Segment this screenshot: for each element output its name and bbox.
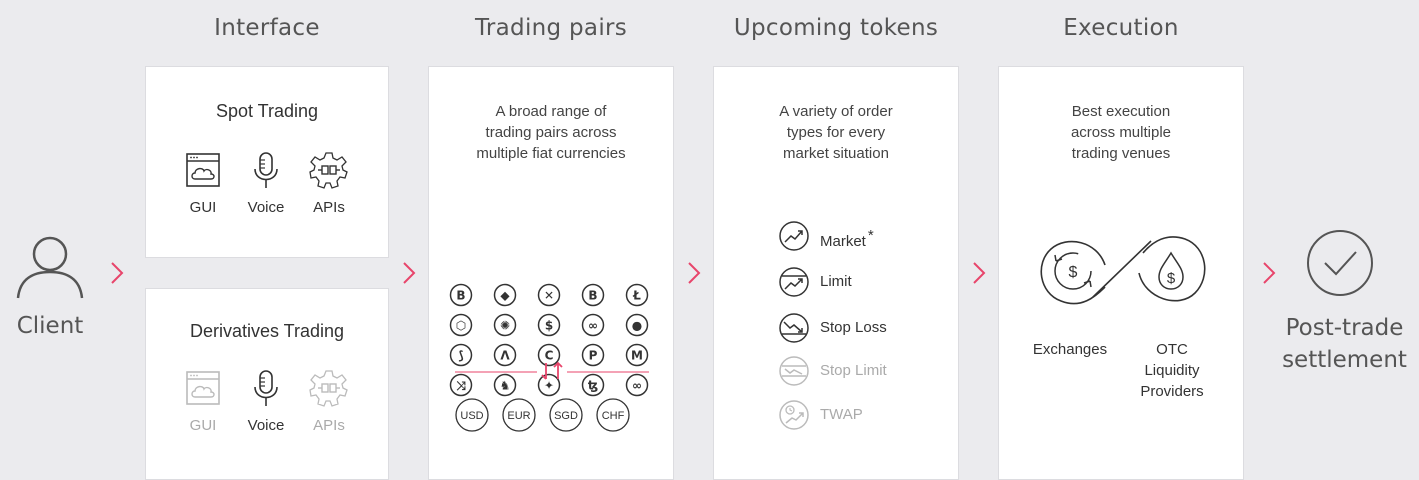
spot-trading-card: Spot Trading GUI Voice APIs [145, 66, 389, 258]
currency-label: EUR [507, 410, 530, 422]
chainlink-icon: ⬡ [449, 313, 473, 337]
execution-card: Best execution across multiple trading v… [998, 66, 1244, 480]
stop-loss-icon [779, 313, 809, 343]
svg-text:✺: ✺ [500, 319, 510, 333]
derivatives-trading-title: Derivatives Trading [189, 321, 345, 341]
channel-gui: GUI [173, 369, 233, 434]
chevron-right-icon [403, 262, 416, 284]
order-label: TWAP [820, 406, 863, 423]
polygon-icon: ∞ [581, 313, 605, 337]
twap-icon [779, 400, 809, 430]
channel-voice: Voice [236, 369, 296, 434]
svg-text:B: B [456, 289, 465, 303]
channel-apis: APIs [299, 369, 359, 434]
chevron-right-icon [1263, 262, 1276, 284]
bitcoin-cash-icon: B [581, 283, 605, 307]
chevron-right-icon [688, 262, 701, 284]
infinity-venues-icon: $ $ [1040, 236, 1206, 305]
currency-usd-badge: USD [455, 398, 489, 432]
channel-label: Voice [247, 417, 285, 434]
svg-text:B: B [588, 289, 597, 303]
spot-trading-title: Spot Trading [215, 101, 319, 121]
stop-limit-icon [779, 356, 809, 386]
currency-sgd-badge: SGD [549, 398, 583, 432]
browser-cloud-icon [186, 371, 220, 405]
uniswap-icon: ● [625, 313, 649, 337]
microphone-icon [254, 152, 278, 188]
currency-label: SGD [554, 410, 578, 422]
derivatives-trading-card: Derivatives Trading GUI Voice APIs [145, 288, 389, 480]
limit-order-icon [779, 267, 809, 297]
chevron-right-icon [111, 262, 124, 284]
trading-pairs-description: A broad range of trading pairs across mu… [476, 103, 626, 162]
order-types-card: A variety of order types for every marke… [713, 66, 959, 480]
microphone-icon [254, 370, 278, 406]
order-label: Stop Limit [820, 362, 887, 379]
channel-voice: Voice [236, 151, 296, 216]
heading-interface: Interface [214, 15, 320, 41]
xrp-icon: ✕ [537, 283, 561, 307]
heading-trading-pairs: Trading pairs [474, 15, 628, 41]
svg-text:⬡: ⬡ [456, 319, 466, 333]
cardano-icon: ✺ [493, 313, 517, 337]
order-label: Limit [820, 273, 852, 290]
svg-text:$: $ [545, 319, 553, 333]
settlement-label: Post-trade settlement [1282, 315, 1407, 373]
venue-exchanges-label: Exchanges [1032, 341, 1108, 358]
execution-description: Best execution across multiple trading v… [1070, 103, 1172, 162]
order-types-description: A variety of order types for every marke… [779, 103, 893, 162]
svg-text:●: ● [632, 319, 642, 333]
order-label: Market * [820, 227, 874, 250]
svg-text:Ł: Ł [632, 289, 641, 303]
exchange-divider [455, 361, 649, 380]
channel-label: Voice [247, 199, 285, 216]
svg-text:$: $ [1167, 270, 1176, 287]
footnote-marker: * [867, 227, 874, 244]
heading-execution: Execution [1063, 15, 1179, 41]
browser-cloud-icon [186, 153, 220, 187]
litecoin-icon: Ł [625, 283, 649, 307]
channel-label: APIs [313, 199, 345, 216]
svg-text:$: $ [1069, 264, 1078, 281]
heading-upcoming-tokens: Upcoming tokens [733, 15, 939, 41]
currency-chf-badge: CHF [596, 398, 630, 432]
order-label: Stop Loss [820, 319, 887, 336]
svg-text:✕: ✕ [544, 289, 554, 303]
channel-gui: GUI [173, 151, 233, 216]
channel-label: GUI [189, 417, 217, 434]
usdc-icon: $ [537, 313, 561, 337]
user-icon [16, 236, 84, 299]
currency-label: CHF [602, 410, 625, 422]
channel-apis: APIs [299, 151, 359, 216]
client-label: Client [16, 313, 84, 339]
api-gear-icon [309, 370, 348, 407]
currency-label: USD [460, 410, 483, 422]
ethereum-icon: ◆ [493, 283, 517, 307]
channel-label: GUI [189, 199, 217, 216]
check-circle-icon [1307, 230, 1373, 296]
api-gear-icon [309, 152, 348, 189]
market-order-icon [779, 221, 809, 251]
bitcoin-icon: B [449, 283, 473, 307]
channel-label: APIs [313, 417, 345, 434]
svg-text:◆: ◆ [500, 289, 510, 303]
svg-text:∞: ∞ [588, 319, 598, 333]
venue-otc-label: OTC Liquidity Providers [1140, 341, 1204, 400]
currency-eur-badge: EUR [502, 398, 536, 432]
chevron-right-icon [973, 262, 986, 284]
